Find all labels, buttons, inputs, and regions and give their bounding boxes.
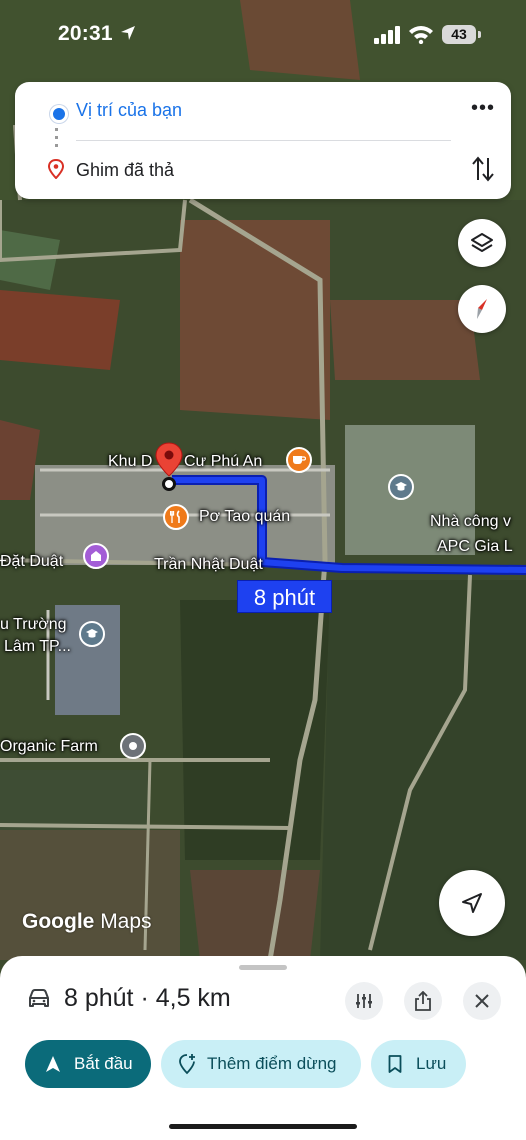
bookmark-icon [388, 1055, 402, 1073]
options-button[interactable] [345, 982, 383, 1020]
school-icon-2[interactable] [79, 621, 105, 647]
origin-field[interactable]: Vị trí của bạn [76, 100, 182, 121]
school-icon-1[interactable] [388, 474, 414, 500]
status-bar: 20:31 43 [0, 0, 526, 60]
save-label: Lưu [416, 1054, 447, 1073]
battery-cap [478, 31, 481, 38]
close-icon [475, 994, 489, 1008]
origin-dot-icon [50, 105, 68, 123]
temple-icon[interactable] [83, 543, 109, 569]
restaurant-icon[interactable] [163, 504, 189, 530]
map-label-truong-1[interactable]: u Trường [0, 616, 67, 634]
map-label-nha-cong-1[interactable]: Nhà công v [430, 513, 511, 531]
route-summary: 8 phút · 4,5 km [64, 984, 231, 1012]
map-label-khu-dan-cu[interactable]: Khu D [108, 453, 152, 471]
more-icon[interactable]: ••• [469, 98, 497, 122]
route-time-label: 8 phút [237, 580, 332, 613]
route-start-marker [162, 477, 176, 491]
my-location-icon [462, 893, 482, 913]
divider [76, 140, 451, 141]
route-sheet: 8 phút · 4,5 km Bắt đầu Thêm điểm dừng L… [0, 956, 526, 1140]
options-icon [356, 994, 372, 1008]
map-label-po-tao[interactable]: Pơ Tao quán [199, 508, 290, 526]
start-label: Bắt đầu [74, 1054, 133, 1073]
share-icon [415, 991, 431, 1011]
car-icon [29, 989, 49, 1007]
cafe-icon[interactable] [286, 447, 312, 473]
map-label-tran-nhat-duat: Trần Nhật Duật [154, 556, 263, 573]
navigation-icon [46, 1056, 60, 1072]
destination-field[interactable]: Ghim đã thả [76, 160, 174, 181]
add-stop-button[interactable]: Thêm điểm dừng [161, 1040, 361, 1088]
layers-icon [471, 233, 493, 252]
directions-card: Vị trí của bạn Ghim đã thả ••• [15, 82, 511, 199]
battery-icon: 43 [442, 25, 476, 44]
wifi-icon [409, 26, 433, 44]
swap-icon[interactable] [472, 156, 494, 182]
map-label-nha-cong-2[interactable]: APC Gia L [437, 538, 513, 556]
location-arrow-icon [121, 26, 135, 40]
add-stop-icon [179, 1054, 195, 1075]
compass-button[interactable] [458, 285, 506, 333]
save-button[interactable]: Lưu [371, 1040, 466, 1088]
place-pin-icon[interactable] [120, 733, 146, 759]
map-label-nhat-duat[interactable]: Đặt Duật [0, 553, 63, 571]
home-indicator[interactable] [169, 1124, 357, 1129]
add-stop-label: Thêm điểm dừng [207, 1054, 337, 1073]
map-label-truong-2[interactable]: Lâm TP... [4, 638, 71, 656]
share-button[interactable] [404, 982, 442, 1020]
sheet-handle[interactable] [239, 965, 287, 970]
route-dots [55, 128, 58, 152]
start-button[interactable]: Bắt đầu [25, 1040, 151, 1088]
pin-icon [48, 159, 64, 179]
layers-button[interactable] [458, 219, 506, 267]
close-button[interactable] [463, 982, 501, 1020]
signal-icon [374, 26, 400, 44]
compass-icon [477, 299, 487, 319]
map-label-khu-dan-cu-2[interactable]: Cư Phú An [184, 453, 262, 471]
my-location-button[interactable] [439, 870, 505, 936]
map-label-organic[interactable]: Organic Farm [0, 738, 98, 756]
google-maps-logo: Google Maps [22, 910, 152, 933]
status-time: 20:31 [58, 22, 113, 45]
